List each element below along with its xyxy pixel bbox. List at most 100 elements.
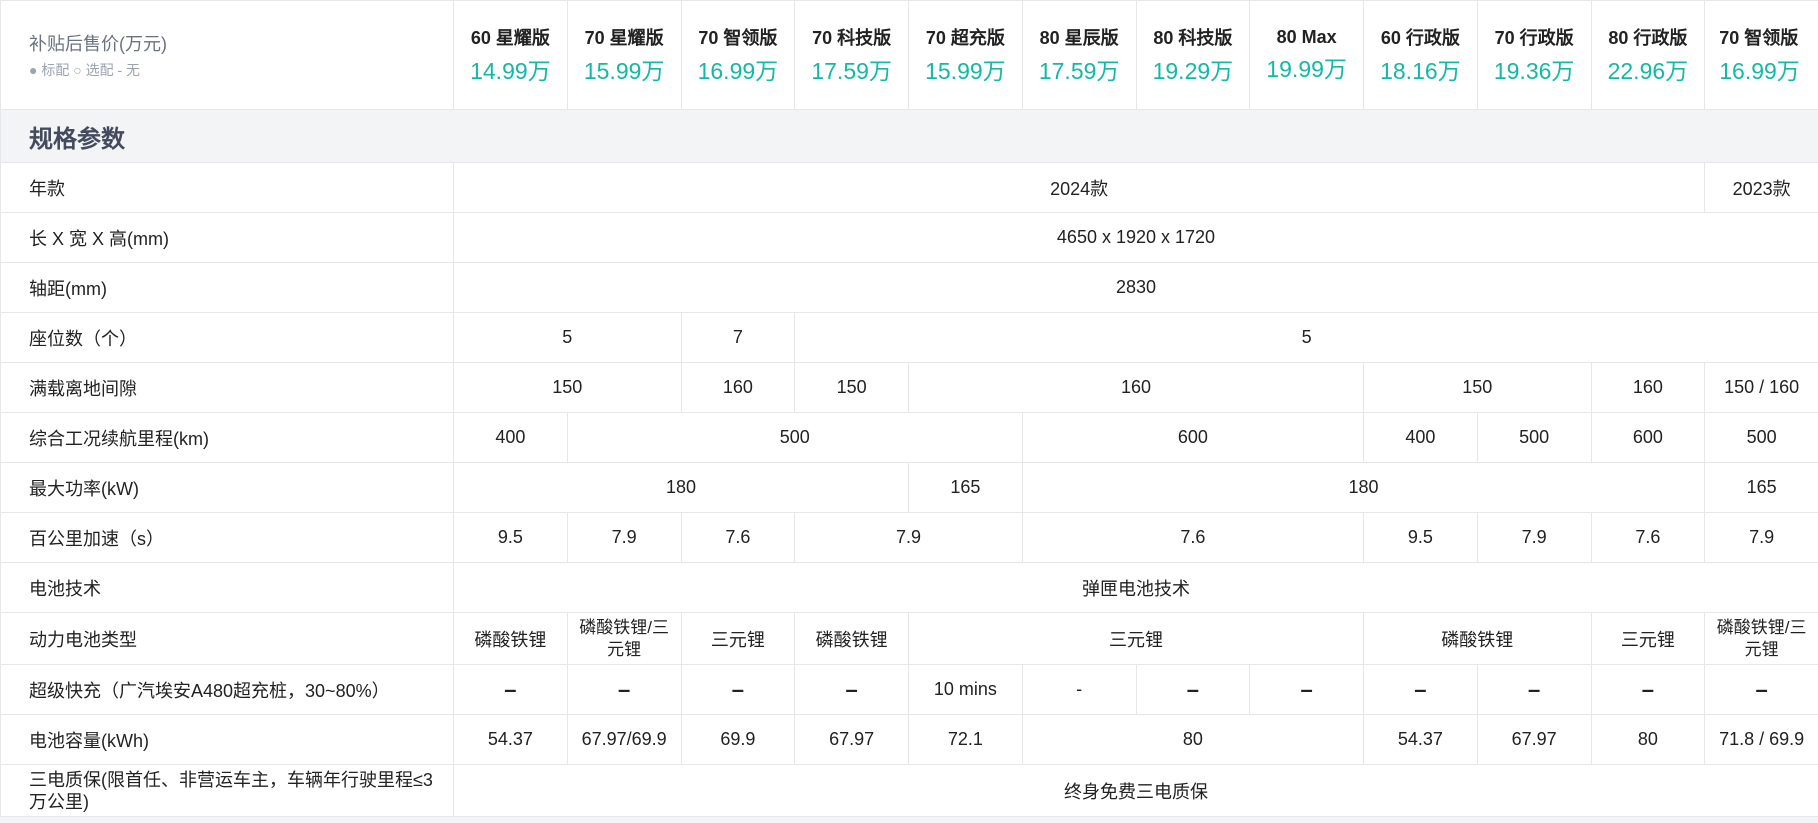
table-cell: 7.6 <box>1021 512 1365 563</box>
table-cell: 160 <box>680 362 796 413</box>
table-cell: 500 <box>566 412 1023 463</box>
trim-price: 19.29万 <box>1152 58 1234 84</box>
table-cell: – <box>1135 664 1251 715</box>
trim-name: 70 超充版 <box>925 28 1005 48</box>
row-label: 电池容量(kWh) <box>0 714 454 765</box>
table-cell: 160 <box>1590 362 1706 413</box>
table-cell: – <box>1363 664 1478 715</box>
trim-price: 17.59万 <box>811 58 892 84</box>
trim-header[interactable]: 70 科技版 17.59万 <box>794 0 909 110</box>
table-row-year: 年款 2024款 2023款 <box>0 162 1818 213</box>
spec-comparison-page: 补贴后售价(万元) ● 标配 ○ 选配 - 无 60 星耀版 14.99万 70 … <box>0 0 1818 823</box>
table-cell: 4650 x 1920 x 1720 <box>453 212 1818 263</box>
table-row-clearance: 满载离地间隙 150 160 150 160 150 160 150 / 160 <box>0 362 1818 413</box>
price-header-row: 补贴后售价(万元) ● 标配 ○ 选配 - 无 60 星耀版 14.99万 70 … <box>0 0 1818 110</box>
table-row-dimensions: 长 X 宽 X 高(mm) 4650 x 1920 x 1720 <box>0 212 1818 263</box>
trim-name: 80 行政版 <box>1608 28 1688 48</box>
table-cell: – <box>566 664 682 715</box>
table-cell: – <box>680 664 796 715</box>
legend-text: ● 标配 ○ 选配 - 无 <box>29 62 141 78</box>
table-cell: 10 mins <box>908 664 1023 715</box>
table-row-warranty: 三电质保(限首任、非营运车主，车辆年行驶里程≤3万公里) 终身免费三电质保 <box>0 764 1818 817</box>
trim-price: 17.59万 <box>1038 58 1120 84</box>
table-cell: 600 <box>1021 412 1365 463</box>
trim-price: 19.99万 <box>1266 55 1347 82</box>
row-label: 座位数（个） <box>0 312 454 363</box>
table-cell: 67.97 <box>1476 714 1592 765</box>
trim-price: 18.16万 <box>1380 58 1461 84</box>
table-cell: 165 <box>1704 462 1818 513</box>
table-cell: 2023款 <box>1704 162 1818 213</box>
table-row-seats: 座位数（个） 5 7 5 <box>0 312 1818 363</box>
table-cell: 磷酸铁锂 <box>794 612 909 665</box>
trim-name: 80 科技版 <box>1153 28 1233 48</box>
trim-price: 16.99万 <box>697 58 779 84</box>
table-cell: 5 <box>453 312 682 363</box>
trim-header[interactable]: 60 行政版 18.16万 <box>1363 0 1478 110</box>
trim-price: 22.96万 <box>1607 58 1689 84</box>
trim-header[interactable]: 70 智领版 16.99万 <box>680 0 796 110</box>
trim-header[interactable]: 60 星耀版 14.99万 <box>453 0 568 110</box>
table-cell: 9.5 <box>453 512 568 563</box>
trim-header[interactable]: 70 智领版 16.99万 <box>1704 0 1818 110</box>
table-cell: 2830 <box>453 262 1818 313</box>
trim-header[interactable]: 70 星耀版 15.99万 <box>566 0 682 110</box>
table-cell: 600 <box>1590 412 1706 463</box>
table-cell: – <box>1249 664 1364 715</box>
table-cell: 弹匣电池技术 <box>453 562 1818 613</box>
table-cell: 7 <box>680 312 796 363</box>
table-cell: 150 / 160 <box>1704 362 1818 413</box>
trim-price: 16.99万 <box>1719 58 1800 84</box>
table-cell: 400 <box>1363 412 1478 463</box>
table-cell: – <box>1704 664 1818 715</box>
trim-name: 70 科技版 <box>812 28 892 48</box>
trim-header[interactable]: 80 科技版 19.29万 <box>1135 0 1251 110</box>
table-cell: 400 <box>453 412 568 463</box>
table-cell: 磷酸铁锂/三元锂 <box>566 612 682 665</box>
table-cell: 54.37 <box>1363 714 1478 765</box>
row-label: 长 X 宽 X 高(mm) <box>0 212 454 263</box>
table-cell: 三元锂 <box>680 612 796 665</box>
table-cell: 80 <box>1021 714 1365 765</box>
table-cell: 磷酸铁锂 <box>1363 612 1592 665</box>
trim-name: 70 星耀版 <box>584 28 664 48</box>
trim-name: 80 星辰版 <box>1039 28 1119 48</box>
trim-price: 19.36万 <box>1493 58 1575 84</box>
trim-header[interactable]: 80 Max 19.99万 <box>1249 0 1364 110</box>
row-label: 满载离地间隙 <box>0 362 454 413</box>
price-label: 补贴后售价(万元) <box>29 34 167 54</box>
table-cell: 180 <box>453 462 909 513</box>
table-cell: 终身免费三电质保 <box>453 764 1818 817</box>
table-cell: 180 <box>1021 462 1706 513</box>
section-row: 规格参数 <box>0 109 1818 163</box>
table-row-power: 最大功率(kW) 180 165 180 165 <box>0 462 1818 513</box>
trim-name: 60 行政版 <box>1380 28 1460 48</box>
row-label: 年款 <box>0 162 454 213</box>
trim-header[interactable]: 80 星辰版 17.59万 <box>1021 0 1137 110</box>
table-cell: 7.9 <box>794 512 1023 563</box>
table-cell: 500 <box>1476 412 1592 463</box>
trim-name: 60 星耀版 <box>470 28 550 48</box>
table-cell: – <box>453 664 568 715</box>
row-label: 综合工况续航里程(km) <box>0 412 454 463</box>
table-cell: – <box>1476 664 1592 715</box>
trim-header[interactable]: 70 行政版 19.36万 <box>1476 0 1592 110</box>
table-row-battery-type: 动力电池类型 磷酸铁锂 磷酸铁锂/三元锂 三元锂 磷酸铁锂 三元锂 磷酸铁锂 三… <box>0 612 1818 665</box>
trim-header[interactable]: 80 行政版 22.96万 <box>1590 0 1706 110</box>
table-cell: 三元锂 <box>908 612 1364 665</box>
table-cell: 54.37 <box>453 714 568 765</box>
table-cell: 160 <box>908 362 1364 413</box>
table-row-acceleration: 百公里加速（s） 9.5 7.9 7.6 7.9 7.6 9.5 7.9 7.6… <box>0 512 1818 563</box>
table-cell: – <box>794 664 909 715</box>
table-row-range: 综合工况续航里程(km) 400 500 600 400 500 600 500 <box>0 412 1818 463</box>
row-label: 超级快充（广汽埃安A480超充桩，30~80%） <box>0 664 454 715</box>
trim-header[interactable]: 70 超充版 15.99万 <box>908 0 1023 110</box>
table-row-fast-charge: 超级快充（广汽埃安A480超充桩，30~80%） – – – – 10 mins… <box>0 664 1818 715</box>
table-cell: 69.9 <box>680 714 796 765</box>
table-row-capacity: 电池容量(kWh) 54.37 67.97/69.9 69.9 67.97 72… <box>0 714 1818 765</box>
table-cell: 7.9 <box>1476 512 1592 563</box>
trim-price: 15.99万 <box>925 58 1006 84</box>
table-cell: 9.5 <box>1363 512 1478 563</box>
table-cell: – <box>1590 664 1706 715</box>
table-cell: 150 <box>453 362 682 413</box>
